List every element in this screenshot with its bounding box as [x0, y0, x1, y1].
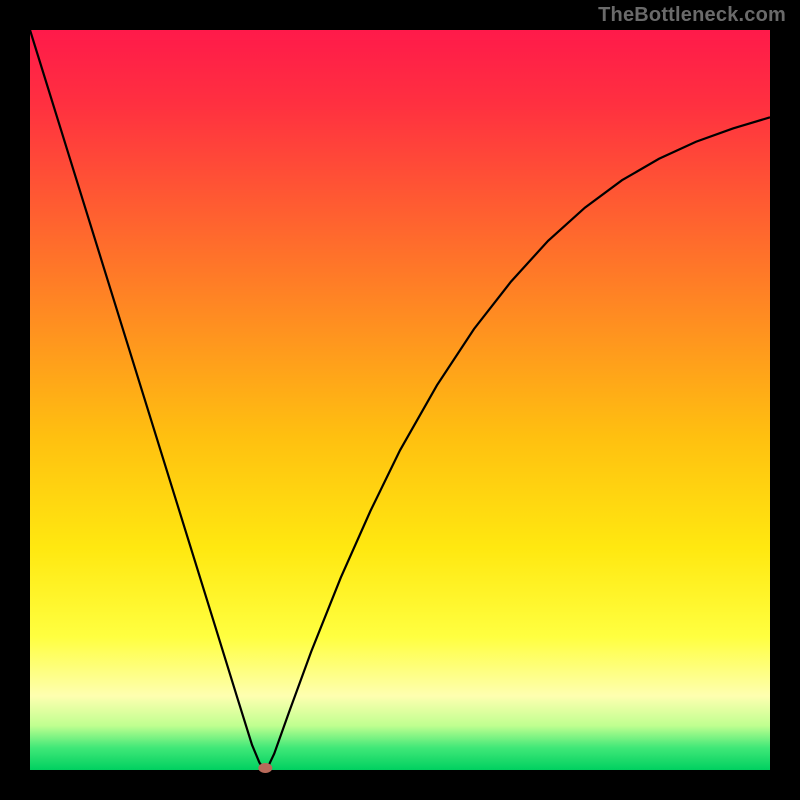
plot-area [30, 30, 770, 770]
bottleneck-chart [0, 0, 800, 800]
watermark-text: TheBottleneck.com [598, 4, 786, 27]
optimal-point-marker [258, 763, 272, 773]
